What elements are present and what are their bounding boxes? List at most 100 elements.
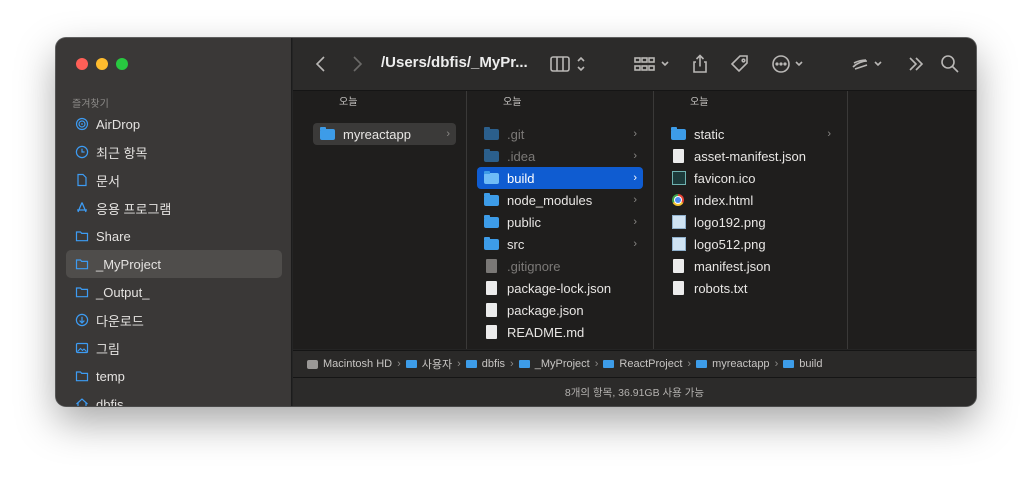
path-segment-myproject[interactable]: _MyProject: [518, 358, 590, 370]
applications-icon: [75, 201, 89, 215]
sidebar-item-output[interactable]: _Output_: [66, 278, 282, 306]
chevron-right-icon: [353, 56, 363, 72]
tag-button[interactable]: [729, 52, 751, 76]
list-item[interactable]: src ›: [477, 233, 643, 255]
list-item[interactable]: README.md: [477, 321, 643, 343]
chevron-right-icon: ›: [633, 238, 637, 250]
folder-icon: [603, 360, 615, 368]
back-button[interactable]: [311, 52, 331, 76]
sidebar-item-applications[interactable]: 응용 프로그램: [66, 194, 282, 222]
sidebar-item-temp[interactable]: temp: [66, 362, 282, 390]
path-separator: ›: [397, 358, 401, 370]
sidebar-item-label: dbfis: [96, 396, 124, 407]
path-segment-build[interactable]: build: [783, 358, 822, 370]
sidebar-item-label: 최근 항목: [96, 145, 148, 161]
list-item[interactable]: .gitignore: [477, 255, 643, 277]
item-label: asset-manifest.json: [694, 148, 806, 164]
list-item[interactable]: logo512.png: [664, 233, 837, 255]
sidebar-item-share[interactable]: Share: [66, 222, 282, 250]
sidebar-item-recents[interactable]: 최근 항목: [66, 138, 282, 166]
list-item[interactable]: package.json: [477, 299, 643, 321]
file-icon: [671, 281, 687, 295]
sidebar-item-label: Share: [96, 228, 131, 244]
favicon-file-icon: [671, 171, 687, 185]
search-icon: [941, 55, 959, 73]
path-segment-dbfis[interactable]: dbfis: [465, 358, 506, 370]
path-segment-label: dbfis: [481, 358, 506, 370]
column-header: 오늘: [339, 97, 358, 108]
list-item[interactable]: public ›: [477, 211, 643, 233]
item-label: .idea: [507, 148, 536, 164]
sidebar-item-downloads[interactable]: 다운로드: [66, 306, 282, 334]
sidebar-item-home[interactable]: dbfis: [66, 390, 282, 406]
item-label: src: [507, 236, 525, 252]
chevron-right-icon: ›: [827, 128, 831, 140]
folder-icon: [696, 360, 708, 368]
list-item-myreactapp[interactable]: myreactapp ›: [313, 123, 456, 145]
sidebar-item-pictures[interactable]: 그림: [66, 334, 282, 362]
list-item[interactable]: package-lock.json: [477, 277, 643, 299]
folder-icon: [783, 360, 795, 368]
share-button[interactable]: [689, 52, 711, 76]
item-label: manifest.json: [694, 258, 771, 274]
list-item[interactable]: .idea ›: [477, 145, 643, 167]
list-item[interactable]: index.html: [664, 189, 837, 211]
expand-toolbar-button[interactable]: [905, 52, 927, 76]
view-mode-button[interactable]: [549, 52, 589, 76]
path-segment-label: build: [799, 358, 823, 370]
sidebar-item-documents[interactable]: 문서: [66, 166, 282, 194]
item-label: static: [694, 126, 725, 142]
minimize-button[interactable]: [96, 58, 108, 70]
tag-icon: [730, 55, 748, 73]
sidebar-item-label: AirDrop: [96, 116, 141, 132]
close-button[interactable]: [76, 58, 88, 70]
item-label: logo512.png: [694, 236, 766, 252]
file-icon: [671, 259, 687, 273]
item-label: .gitignore: [507, 258, 561, 274]
item-label: .git: [507, 126, 525, 142]
column-3: 오늘 static › asset-manifest.json favicon.…: [654, 91, 848, 349]
path-segment-macintosh-hd[interactable]: Macintosh HD: [307, 358, 392, 370]
list-item[interactable]: .git ›: [477, 123, 643, 145]
list-item[interactable]: static ›: [664, 123, 837, 145]
file-icon: [484, 325, 500, 339]
list-item[interactable]: asset-manifest.json: [664, 145, 837, 167]
item-label: logo192.png: [694, 214, 766, 230]
ellipsis-icon: [772, 55, 803, 73]
window-title-path: /Users/dbfis/_MyPr...: [381, 54, 528, 71]
folder-icon: [320, 126, 336, 141]
image-file-icon: [671, 237, 687, 251]
list-item[interactable]: logo192.png: [664, 211, 837, 233]
list-item[interactable]: manifest.json: [664, 255, 837, 277]
list-item-build[interactable]: build ›: [477, 167, 643, 189]
hook-icon: [852, 59, 882, 70]
traffic-lights: [76, 58, 128, 70]
path-segment-reactproject[interactable]: ReactProject: [603, 358, 682, 370]
forward-button[interactable]: [347, 52, 367, 76]
list-item[interactable]: node_modules ›: [477, 189, 643, 211]
list-item[interactable]: robots.txt: [664, 277, 837, 299]
path-segment-myreactapp[interactable]: myreactapp: [696, 358, 770, 370]
path-separator: ›: [594, 358, 599, 370]
grid-icon: [634, 57, 669, 71]
group-button[interactable]: [633, 52, 673, 76]
list-item[interactable]: favicon.ico: [664, 167, 837, 189]
status-text: 8개의 항목, 36.91GB 사용 가능: [564, 387, 705, 399]
column-view-icon: [550, 56, 585, 72]
more-actions-button[interactable]: [771, 52, 811, 76]
folder-icon: [465, 360, 477, 368]
column-header: 오늘: [503, 97, 522, 108]
image-file-icon: [671, 215, 687, 229]
zoom-button[interactable]: [116, 58, 128, 70]
folder-icon: [484, 170, 500, 185]
double-chevron-icon: [909, 57, 924, 71]
quick-actions-button[interactable]: [849, 52, 889, 76]
column-header: 오늘: [690, 97, 709, 108]
sidebar-item-myproject[interactable]: _MyProject: [66, 250, 282, 278]
sidebar-item-airdrop[interactable]: AirDrop: [66, 110, 282, 138]
search-button[interactable]: [939, 52, 961, 76]
document-icon: [75, 173, 89, 187]
item-label: package.json: [507, 302, 584, 318]
column-browser: 오늘 myreactapp › 오늘 .git › .idea › build …: [293, 91, 976, 349]
path-segment-users[interactable]: 사용자: [405, 356, 452, 372]
